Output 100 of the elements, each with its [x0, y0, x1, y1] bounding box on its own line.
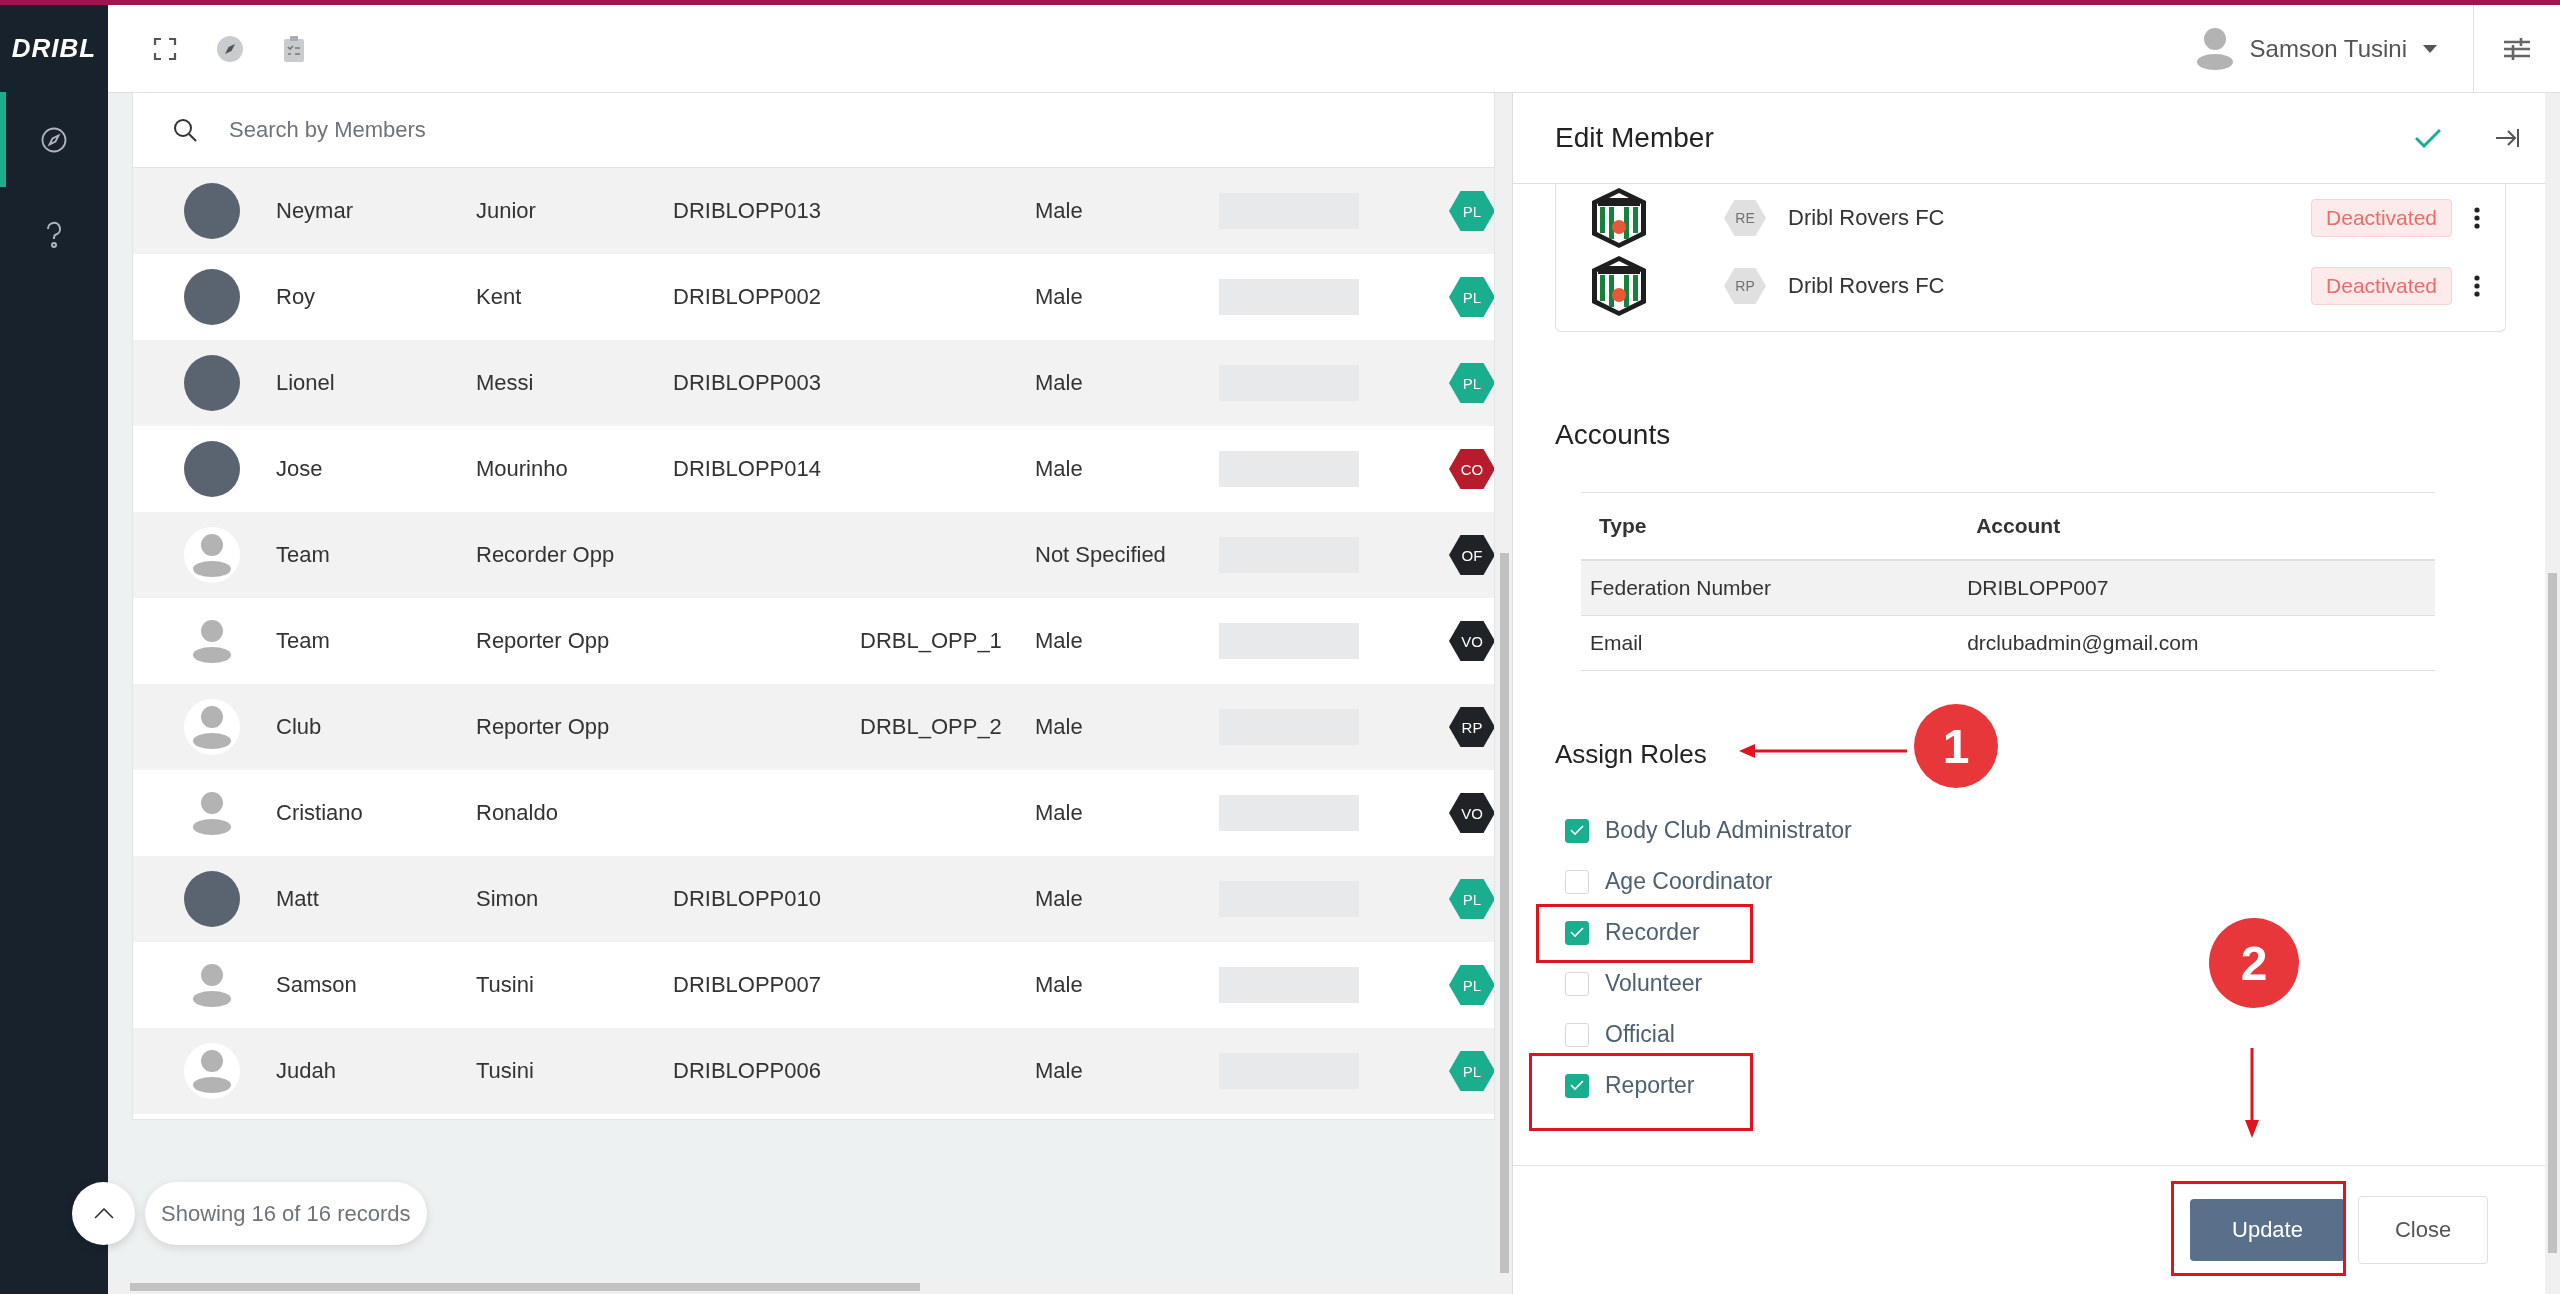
table-cell-text: Male	[1035, 284, 1084, 310]
more-options-icon[interactable]	[2474, 207, 2480, 229]
scrollbar[interactable]	[2545, 93, 2560, 1294]
table-cell-text: Male	[1035, 800, 1084, 826]
table-cell-text: Neymar	[276, 198, 354, 224]
member-row[interactable]: Samson Tusini DRIBLOPP007 Male PL	[133, 942, 1494, 1028]
compass-icon[interactable]	[41, 126, 67, 153]
checkbox-label[interactable]: Reporter	[1605, 1072, 1695, 1099]
step-number-marker: 2	[2209, 918, 2299, 1008]
role-badge: PL	[1449, 879, 1494, 919]
table-cell-text: DRIBLOPP010	[673, 886, 822, 912]
clipboard-icon[interactable]	[283, 34, 305, 63]
checkbox-label[interactable]: Volunteer	[1605, 970, 1703, 997]
more-options-icon[interactable]	[2474, 275, 2480, 297]
role-badge: RP	[1449, 707, 1494, 747]
table-cell-text: Matt	[276, 886, 320, 912]
user-name[interactable]: Samson Tusini	[2249, 34, 2407, 63]
section-title: Assign Roles	[1555, 739, 1707, 769]
table-cell-text: Ronaldo	[476, 800, 559, 826]
table-cell-text: Tusini	[476, 1058, 535, 1084]
app-logo[interactable]: DRIBL	[0, 5, 108, 92]
checkbox-label[interactable]: Official	[1605, 1021, 1675, 1048]
club-name: Dribl Rovers FC	[1788, 273, 1946, 299]
status-badge: Deactivated	[2311, 267, 2452, 305]
table-cell-text: Junior	[476, 198, 537, 224]
table-cell-text: Samson	[276, 972, 358, 998]
checkmark-icon	[1570, 1080, 1584, 1091]
checkbox-label[interactable]: Age Coordinator	[1605, 868, 1773, 895]
close-button[interactable]: Close	[2358, 1196, 2488, 1264]
table-cell-text: Simon	[476, 886, 540, 912]
table-cell-text: DRIBLOPP003	[673, 370, 822, 396]
person-silhouette-icon	[192, 533, 232, 577]
table-cell-text: Cristiano	[276, 800, 364, 826]
table-cell-text: Reporter Opp	[476, 628, 611, 654]
member-row[interactable]: Roy Kent DRIBLOPP002 Male PL	[133, 254, 1494, 340]
person-silhouette-icon	[192, 705, 232, 749]
table-cell-text: DRIBLOPP002	[673, 284, 822, 310]
person-silhouette-icon	[192, 1049, 232, 1093]
table-cell-text: Male	[1035, 972, 1084, 998]
search-icon	[173, 118, 197, 142]
help-icon[interactable]	[44, 220, 64, 249]
collapse-arrow-icon[interactable]	[2496, 128, 2520, 148]
table-cell-text: DRIBLOPP006	[673, 1058, 822, 1084]
checkbox-label[interactable]: Body Club Administrator	[1605, 817, 1852, 844]
checkbox[interactable]	[1565, 1073, 1589, 1098]
table-cell-text: DRBL_OPP_1	[860, 628, 1003, 654]
role-badge: CO	[1449, 449, 1494, 489]
table-cell-text: Jose	[276, 456, 324, 482]
table-cell-text: Male	[1035, 714, 1084, 740]
role-badge: PL	[1449, 363, 1494, 403]
person-silhouette-icon	[192, 791, 232, 835]
table-cell-text: Male	[1035, 370, 1084, 396]
checkbox[interactable]	[1565, 818, 1589, 843]
person-silhouette-icon	[192, 963, 232, 1007]
photo-placeholder	[184, 355, 240, 411]
table-cell-text: DRIBLOPP014	[673, 456, 822, 482]
table-cell-text: Messi	[476, 370, 535, 396]
member-row[interactable]: Cristiano Ronaldo Male VO	[133, 770, 1494, 856]
table-cell-text: Team	[276, 628, 331, 654]
user-avatar-icon[interactable]	[2195, 27, 2234, 70]
table-cell-text: DRBL_OPP_2	[860, 714, 1003, 740]
member-row[interactable]: Neymar Junior DRIBLOPP013 Male PL	[133, 168, 1494, 254]
role-badge: PL	[1449, 965, 1494, 1005]
person-silhouette-icon	[192, 619, 232, 663]
fullscreen-icon[interactable]	[153, 36, 177, 61]
sliders-icon[interactable]	[2504, 37, 2530, 60]
table-cell-text: Mourinho	[476, 456, 569, 482]
member-row[interactable]: Jose Mourinho DRIBLOPP014 Male CO	[133, 426, 1494, 512]
search-field[interactable]: Search by Members	[227, 116, 1031, 144]
table-cell-text: Not Specified	[1035, 542, 1167, 568]
step-number-marker: 1	[1914, 704, 1998, 788]
table-cell-text: Lionel	[276, 370, 336, 396]
table-cell: Federation Number	[1581, 560, 1959, 616]
role-badge: OF	[1449, 535, 1494, 575]
table-cell: Email	[1581, 615, 1959, 671]
panel-title: Edit Member	[1555, 122, 1715, 154]
checkmark-icon[interactable]	[2415, 128, 2441, 148]
photo-placeholder	[184, 269, 240, 325]
checkbox-label[interactable]: Recorder	[1605, 919, 1700, 946]
compass-icon[interactable]	[217, 35, 243, 62]
role-badge: VO	[1449, 793, 1494, 833]
role-badge: PL	[1449, 277, 1494, 317]
member-row[interactable]: Judah Tusini DRIBLOPP006 Male PL	[133, 1028, 1494, 1114]
checkbox[interactable]	[1565, 920, 1589, 945]
status-badge: Deactivated	[2311, 199, 2452, 237]
role-badge: RP	[1724, 268, 1766, 304]
member-row[interactable]: Matt Simon DRIBLOPP010 Male PL	[133, 856, 1494, 942]
member-row[interactable]: Lionel Messi DRIBLOPP003 Male PL	[133, 340, 1494, 426]
update-button[interactable]: Update	[2190, 1199, 2345, 1261]
member-row[interactable]: Team Recorder Opp Not Specified OF	[133, 512, 1494, 598]
table-cell-text: DRIBLOPP013	[673, 198, 822, 224]
table-cell-text: Club	[276, 714, 323, 740]
records-count: Showing 16 of 16 records	[145, 1182, 427, 1245]
table-cell-text: Judah	[276, 1058, 337, 1084]
table-cell-text: Male	[1035, 886, 1084, 912]
table-cell-text: DRIBLOPP007	[673, 972, 822, 998]
caret-icon[interactable]	[2423, 44, 2437, 53]
member-row[interactable]: Team Reporter Opp DRBL_OPP_1 Male VO	[133, 598, 1494, 684]
member-row[interactable]: Club Reporter Opp DRBL_OPP_2 Male RP	[133, 684, 1494, 770]
table-cell-text: Reporter Opp	[476, 714, 611, 740]
